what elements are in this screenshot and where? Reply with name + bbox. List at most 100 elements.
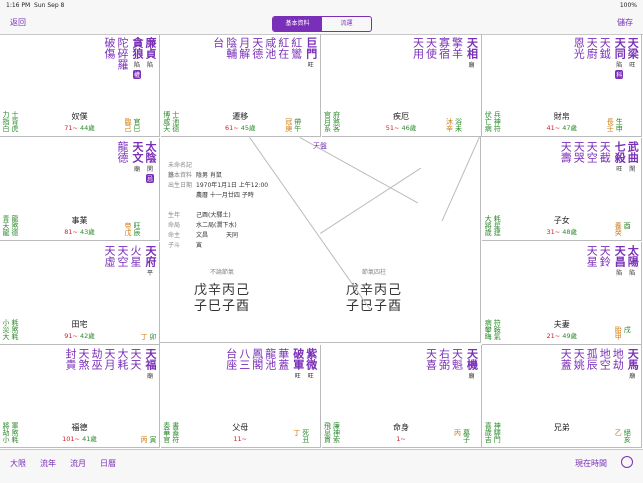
main-star: 天同陷科	[613, 37, 627, 79]
minor-star: 天天	[129, 348, 142, 371]
status-time: 1:16 PM Sun Sep 8	[6, 2, 65, 9]
minor-star: 華蓋	[276, 348, 290, 371]
age-range: 11~	[233, 435, 248, 444]
palace-cell[interactable]: 天梁旺天同陷科天鉞 天廚 恩光 伏亡病 兵神符 長壬 生申 財帛 41~ 47歲	[482, 34, 643, 137]
main-star: 天府平	[144, 244, 157, 277]
age-range: 101~ 41歲	[62, 435, 97, 444]
tab-year[interactable]: 流年	[40, 458, 56, 469]
palace-name: 福德	[71, 423, 88, 433]
minor-star: 天喜	[424, 348, 438, 371]
current-time-button[interactable]: 現在時間	[575, 458, 607, 469]
palace-name: 田宅	[71, 319, 88, 329]
palace-cell[interactable]: 武曲閑七殺旺天截 天空 天哭 天壽 大將歲 耗星建 養癸酉子女 31~ 48歲	[482, 137, 643, 241]
minor-star: 天月	[103, 348, 116, 371]
segment-control: 基本資料 流運	[272, 16, 372, 32]
palace-name: 疾厄	[393, 112, 409, 121]
palace-cell[interactable]: 天府平火星 天空 天虛 小災大 耗煞耗丁卯田宅 91~ 42歲	[0, 241, 160, 345]
info-row: 未命名記錄	[168, 162, 193, 179]
main-star: 武曲閑	[626, 140, 640, 173]
minor-star: 右弼	[437, 348, 451, 371]
minor-star: 龍池	[263, 348, 277, 371]
main-star: 天昌陷	[613, 244, 627, 277]
tab-month[interactable]: 流月	[70, 458, 86, 469]
info-row: 子斗寅	[168, 242, 203, 249]
minor-star: 天煞	[77, 348, 90, 371]
minor-star: 陰輔	[224, 37, 238, 59]
back-button[interactable]: 返回	[10, 17, 26, 28]
minor-star: 天使	[424, 37, 438, 59]
main-star: 貪狼陷權	[131, 37, 144, 79]
main-star: 天梁旺	[626, 37, 640, 69]
minor-star: 龍德	[116, 140, 129, 163]
main-star: 太陽陷	[626, 244, 640, 277]
palace-name: 財帛	[553, 112, 570, 121]
minor-star: 孤辰	[585, 348, 599, 371]
minor-star: 天空	[116, 244, 129, 267]
minor-star: 天廚	[585, 37, 599, 59]
minor-star: 天德	[250, 37, 264, 59]
age-range: 21~ 49歲	[546, 331, 578, 340]
main-star: 太陰閑忌	[144, 140, 157, 183]
palace-cell[interactable]: 太陽陷天昌陷天鈴 天星 病攀晦 符鞍氣 胎甲戌夫妻 21~ 49歲	[482, 241, 643, 345]
minor-star: 天壽	[559, 140, 573, 163]
main-star: 紫微旺	[304, 348, 318, 381]
bottom-toolbar: 大限 流年 流月 日曆 現在時間	[0, 449, 643, 483]
chart-center: 天盤 未命名記錄 基本資料 陰男 肖鼠 出生日期 1970年1月1日 上午12:00 農曆…	[160, 136, 481, 343]
age-range: 81~ 43歲	[64, 227, 95, 236]
minor-star: 月解	[237, 37, 251, 59]
status-bar: 1:16 PM Sun Sep 8 100%	[0, 0, 643, 12]
palace-name: 夫妻	[553, 319, 570, 329]
palace-cell[interactable]: 廉貞陷貪狼陷權陀碎羅 破傷 力指白 士背虎 臨己 官巳 奴僕 71~ 44歲	[0, 34, 160, 137]
palace-cell[interactable]: 天馬廟地劫 地空 孤辰 天姚 天蓋 喜歲吉 神驛門乙絕亥 兄弟	[482, 345, 643, 449]
palace-name: 事業	[71, 215, 88, 225]
main-star: 破軍旺	[291, 348, 305, 381]
palace-cell[interactable]: 太陰閑忌天文廟龍德 青天龍 龍煞德 帝戊 旺辰 事業 81~ 43歲	[0, 137, 160, 241]
tab-decade[interactable]: 大限	[10, 458, 26, 469]
minor-star: 台座	[224, 348, 238, 371]
minor-star: 台	[211, 37, 225, 48]
age-range: 51~ 46歲	[385, 124, 417, 132]
gear-icon[interactable]	[621, 456, 633, 468]
minor-star: 劫巫	[90, 348, 103, 371]
palace-cell[interactable]: 天福廟天天 大耗 天月 劫巫 天煞 封貴 將劫小 軍煞耗丙寅福德 101~ 41歲	[0, 345, 160, 449]
pillars-left: 不論節氣 戊辛丙己 子巳子酉	[194, 269, 251, 314]
minor-star: 天鉞	[598, 37, 612, 59]
age-range: 1~	[396, 435, 406, 444]
palace-cell[interactable]: 天機廟天魁 右弼 天喜 飛息貫 廉神索丙墓子 命身 1~	[321, 345, 482, 449]
save-button[interactable]: 儲存	[617, 17, 633, 28]
age-range: 41~ 47歲	[546, 124, 578, 132]
palace-cell[interactable]: 紫微旺破軍旺華蓋 龍池 鳳閣 八三 台座 奏華官 書蓋符丁死丑 父母 11~	[160, 345, 321, 449]
tab-calendar[interactable]: 日曆	[100, 458, 116, 469]
minor-star: 紅在	[276, 37, 290, 59]
palace-cell[interactable]: 巨門旺紅鸞 紅在 咸池 天德 月解 陰輔台博咸天 士池德 冠庚 帶午 遷移 61~ 45歲	[160, 34, 321, 137]
palace-cell[interactable]: 天相廟擎羊 寡宿 天使 天用 官月系 府煞客 沐辛 浴未 疾厄 51~ 46歲	[321, 34, 482, 137]
minor-star: 天哭	[572, 140, 586, 163]
minor-star: 地空	[598, 348, 612, 371]
minor-star: 咸池	[263, 37, 277, 59]
segment-flow[interactable]: 流運	[322, 17, 371, 31]
minor-star: 擎羊	[450, 37, 464, 59]
minor-star: 寡宿	[437, 37, 451, 59]
minor-star: 天姚	[572, 348, 586, 371]
main-star: 廉貞陷	[144, 37, 157, 69]
birth-info: 未命名記錄 基本資料 陰男 肖鼠 出生日期 1970年1月1日 上午12:00 農曆 十一…	[168, 161, 268, 251]
segment-basic-info[interactable]: 基本資料	[273, 17, 322, 31]
minor-star: 地劫	[611, 348, 625, 371]
palace-name: 父母	[232, 423, 249, 433]
minor-star: 天魁	[450, 348, 464, 371]
minor-star: 破傷	[103, 37, 116, 59]
palace-name: 兄弟	[553, 423, 570, 433]
minor-star: 火星	[129, 244, 142, 267]
minor-star: 天虛	[103, 244, 116, 267]
palace-name: 奴僕	[71, 112, 88, 121]
minor-star: 天用	[411, 37, 425, 59]
palace-name: 遷移	[232, 112, 249, 121]
main-star: 天福廟	[144, 348, 157, 381]
main-star: 天相廟	[465, 37, 479, 69]
info-row	[168, 201, 268, 211]
info-row: 生年 己酉(大驛土)	[168, 212, 231, 219]
info-row: 農曆 十一月廿四 子時	[196, 192, 254, 199]
minor-star: 陀碎羅	[116, 37, 129, 70]
minor-star: 鳳閣	[250, 348, 264, 371]
minor-star: 天鈴	[598, 244, 612, 267]
